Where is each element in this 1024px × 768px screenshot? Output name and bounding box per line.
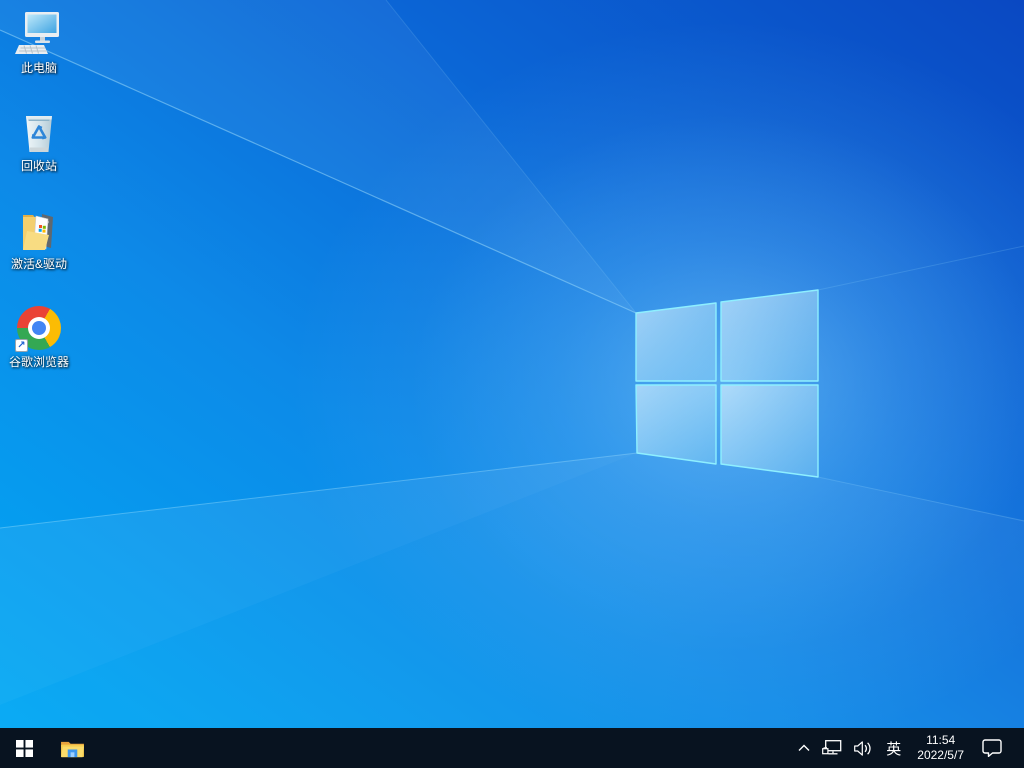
this-pc-icon bbox=[15, 12, 59, 54]
desktop-icon-label: 激活&驱动 bbox=[10, 257, 67, 271]
recycle-bin-icon bbox=[26, 116, 52, 152]
desktop-icon-this-pc[interactable]: 此电脑 bbox=[2, 10, 76, 75]
start-button[interactable] bbox=[0, 728, 48, 768]
system-tray: 英 11:54 2022/5/7 bbox=[792, 728, 1024, 768]
chevron-up-icon bbox=[798, 744, 810, 751]
clock-date: 2022/5/7 bbox=[917, 748, 964, 762]
desktop-icon-label: 回收站 bbox=[20, 159, 57, 173]
network-button[interactable] bbox=[816, 728, 848, 768]
ime-indicator[interactable]: 英 bbox=[878, 728, 909, 768]
action-center-button[interactable] bbox=[972, 728, 1012, 768]
volume-button[interactable] bbox=[848, 728, 878, 768]
desktop[interactable]: 此电脑 回收站 激活&驱动 ↗ 谷歌浏览器 bbox=[0, 0, 1024, 728]
desktop-icon-label: 此电脑 bbox=[20, 61, 57, 75]
windows-start-icon bbox=[15, 739, 33, 757]
clock-time: 11:54 bbox=[926, 733, 956, 747]
desktop-icon-label: 谷歌浏览器 bbox=[8, 355, 69, 369]
file-explorer-button[interactable] bbox=[48, 728, 96, 768]
taskbar-clock[interactable]: 11:54 2022/5/7 bbox=[909, 728, 972, 768]
show-hidden-icons-button[interactable] bbox=[792, 728, 816, 768]
network-icon bbox=[822, 740, 842, 755]
shortcut-arrow-icon: ↗ bbox=[15, 339, 28, 352]
windows-desktop-screen: 此电脑 回收站 激活&驱动 ↗ 谷歌浏览器 英 11:54 2022/5/7 bbox=[0, 0, 1024, 768]
taskbar: 英 11:54 2022/5/7 bbox=[0, 728, 1024, 768]
desktop-icon-recycle-bin[interactable]: 回收站 bbox=[2, 108, 76, 173]
action-center-icon bbox=[982, 739, 1002, 757]
volume-icon bbox=[854, 740, 871, 756]
file-explorer-icon bbox=[60, 741, 84, 757]
open-folder-icon bbox=[23, 214, 53, 250]
desktop-icon-google-chrome[interactable]: ↗ 谷歌浏览器 bbox=[2, 304, 76, 369]
desktop-icon-activation-drivers[interactable]: 激活&驱动 bbox=[2, 206, 76, 271]
wallpaper-windows-logo bbox=[0, 0, 1024, 728]
